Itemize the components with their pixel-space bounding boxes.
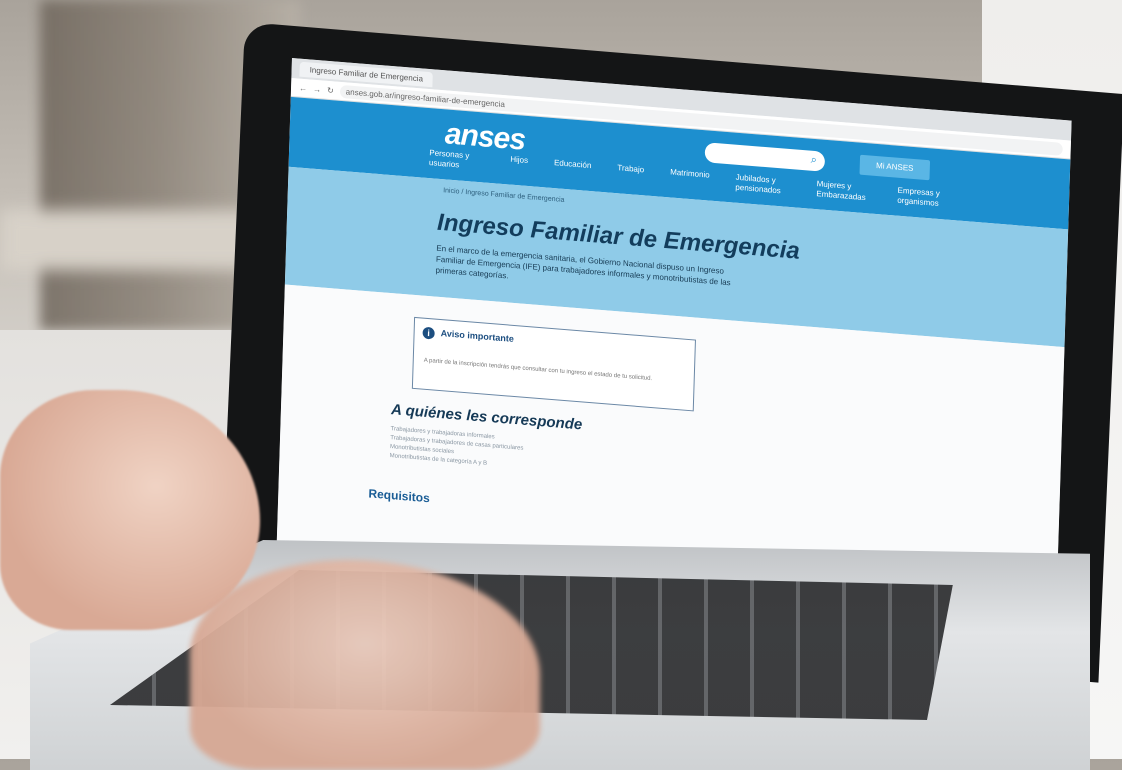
breadcrumb[interactable]: Inicio / Ingreso Familiar de Emergencia [443,187,565,204]
nav-item-jubilados[interactable]: Jubilados y pensionados [735,173,791,197]
notice-box: i Aviso importante A partir de la inscri… [411,316,696,412]
info-icon: i [422,326,435,340]
nav-item-trabajo[interactable]: Trabajo [617,163,644,185]
nav-item-hijos[interactable]: Hijos [510,155,528,176]
nav-item-mujeres[interactable]: Mujeres y Embarazadas [816,179,872,203]
search-input[interactable]: ⌕ [704,142,826,172]
login-button[interactable]: Mi ANSES [859,154,931,181]
nav-item-personas[interactable]: Personas y usuarios [429,148,485,172]
eligibility-list: Trabajadores y trabajadoras informales T… [390,425,524,472]
search-icon[interactable]: ⌕ [810,154,817,167]
requirements-title: Requisitos [368,486,431,506]
back-icon[interactable]: ← [299,83,307,93]
nav-item-empresas[interactable]: Empresas y organismos [897,186,953,210]
reload-icon[interactable]: ↻ [327,85,334,95]
forward-icon[interactable]: → [313,84,321,94]
notice-body: A partir de la inscripción tendrás que c… [423,357,653,383]
laptop-screen: Ingreso Familiar de Emergencia ← → ↻ ans… [276,58,1072,610]
nav-item-educacion[interactable]: Educación [554,158,592,181]
notice-title: Aviso importante [440,328,514,344]
nav-item-matrimonio[interactable]: Matrimonio [670,167,710,190]
